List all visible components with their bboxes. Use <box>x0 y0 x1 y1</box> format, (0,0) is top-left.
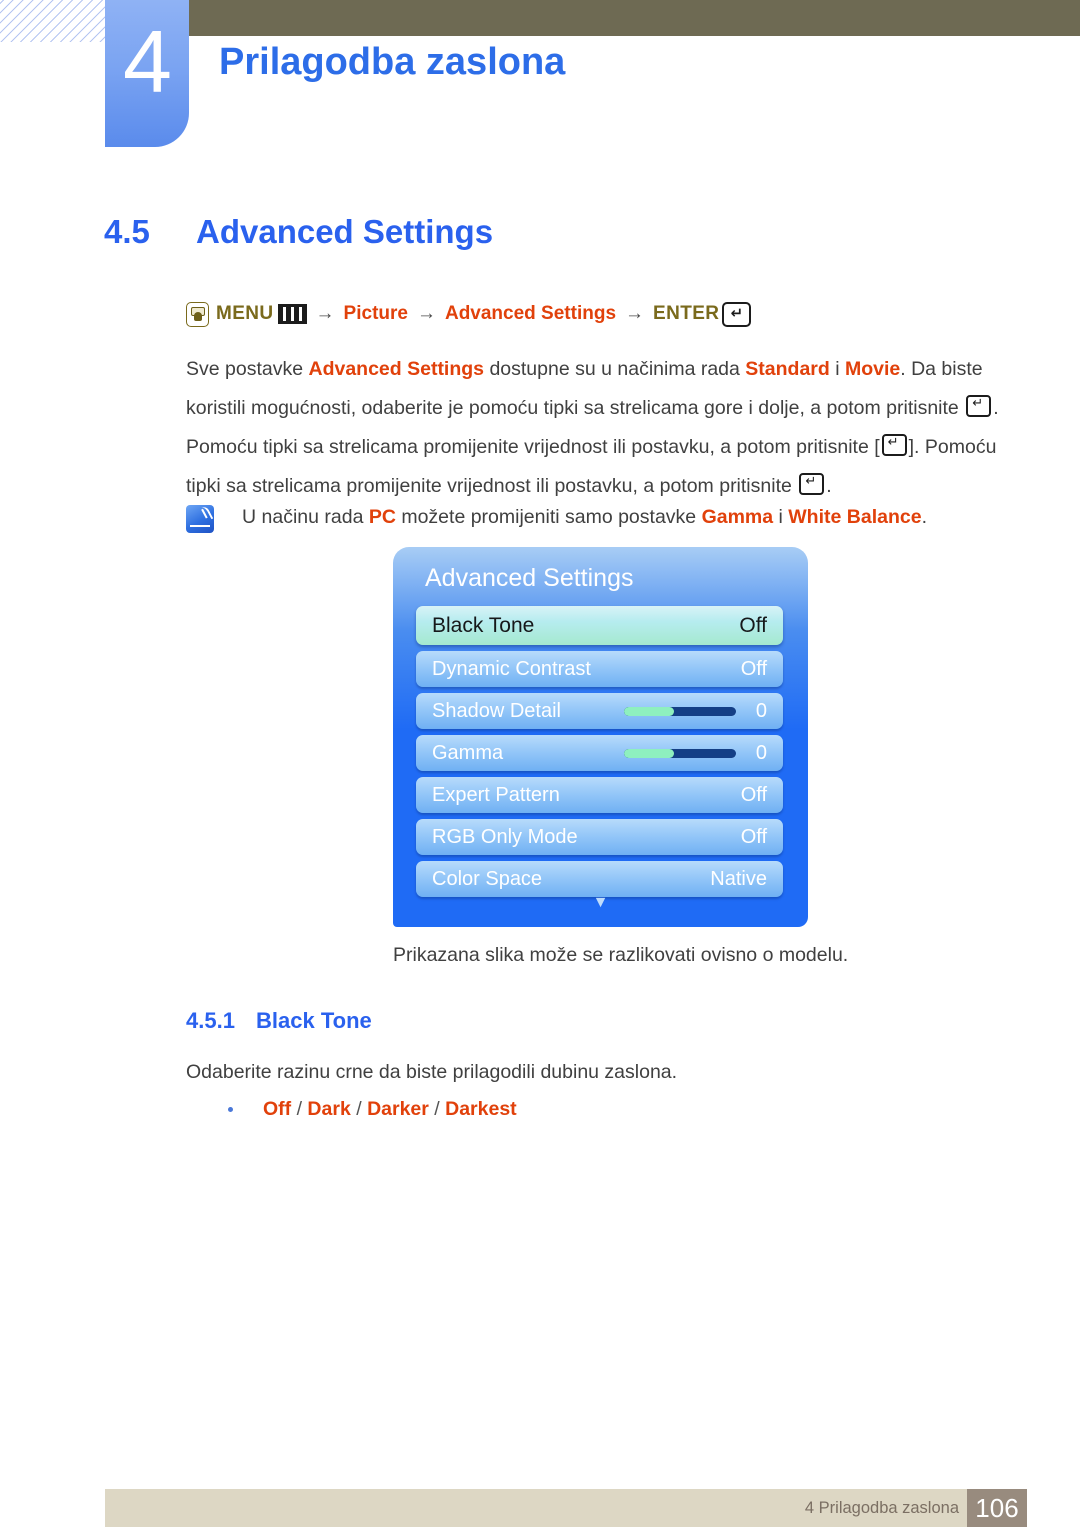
para-text-a: Sve postavke <box>186 358 309 380</box>
osd-row-label: Expert Pattern <box>432 783 560 806</box>
para-text-g: . <box>826 475 832 497</box>
footer-page-number: 106 <box>967 1489 1027 1527</box>
note-hl-gamma: Gamma <box>701 506 774 528</box>
osd-row-value: Off <box>740 825 767 848</box>
osd-row-slider[interactable] <box>623 748 736 758</box>
option-sep-1: / <box>291 1098 308 1120</box>
enter-return-icon-inline-2: ↵ <box>881 434 907 456</box>
osd-row-value: 0 <box>755 699 767 722</box>
osd-row-label: Gamma <box>432 741 504 764</box>
option-darkest: Darkest <box>445 1098 517 1120</box>
subsection-title: Black Tone <box>256 1008 372 1033</box>
para-hl-movie: Movie <box>844 358 901 380</box>
enter-label: ENTER <box>653 303 720 324</box>
note-hl-pc: PC <box>368 506 396 528</box>
figure-caption: Prikazana slika može se razlikovati ovis… <box>393 944 849 966</box>
note-callout: U načinu rada PC možete promijeniti samo… <box>186 503 1016 533</box>
option-darker: Darker <box>367 1098 429 1120</box>
osd-row-label: Black Tone <box>432 613 535 637</box>
path-item-picture: Picture <box>343 303 408 324</box>
enter-return-icon: ↵ <box>722 301 752 327</box>
subsection-heading: 4.5.1 Black Tone <box>186 1006 372 1036</box>
note-text: U načinu rada PC možete promijeniti samo… <box>242 503 927 531</box>
section-title: Advanced Settings <box>196 213 494 250</box>
subsection-number: 4.5.1 <box>186 1008 235 1033</box>
body-paragraph: Sve postavke Advanced Settings dostupne … <box>186 350 1012 506</box>
para-hl-advanced-settings: Advanced Settings <box>308 358 485 380</box>
osd-menu-panel: Advanced Settings Black Tone Off Dynamic C… <box>393 547 808 927</box>
note-quill-icon <box>186 505 214 533</box>
subsection-paragraph: Odaberite razinu crne da biste prilagodi… <box>186 1061 678 1083</box>
header-olive-bar <box>176 0 1080 36</box>
path-arrow-1: → <box>315 303 335 324</box>
osd-row-rgb-only-mode[interactable]: RGB Only Mode Off <box>416 819 783 855</box>
osd-row-slider[interactable] <box>623 706 736 716</box>
option-sep-3: / <box>428 1098 446 1120</box>
bullet-dot-icon <box>228 1106 233 1112</box>
osd-slider-fill <box>623 748 675 758</box>
page-header: 4 Prilagodba zaslona <box>0 0 1080 160</box>
option-dark: Dark <box>307 1098 351 1120</box>
note-text-d: . <box>921 506 927 528</box>
menu-label: MENU <box>216 303 274 324</box>
osd-row-color-space[interactable]: Color Space Native <box>416 861 783 897</box>
osd-row-label: Color Space <box>432 867 543 890</box>
para-hl-standard: Standard <box>745 358 830 380</box>
para-text-c: i <box>829 358 845 380</box>
chapter-title: Prilagodba zaslona <box>219 41 566 83</box>
path-arrow-2: → <box>416 303 436 324</box>
osd-row-dynamic-contrast[interactable]: Dynamic Contrast Off <box>416 651 783 687</box>
note-text-c: i <box>773 506 789 528</box>
note-hl-white-balance: White Balance <box>788 506 922 528</box>
hand-press-icon <box>186 301 209 327</box>
option-sep-2: / <box>350 1098 368 1120</box>
osd-row-gamma[interactable]: Gamma 0 <box>416 735 783 771</box>
section-number: 4.5 <box>104 213 150 250</box>
osd-row-value: Off <box>740 657 767 680</box>
osd-row-label: Dynamic Contrast <box>432 657 591 680</box>
path-arrow-3: → <box>625 303 645 324</box>
note-text-b: možete promijeniti samo postavke <box>395 506 702 528</box>
menu-bars-icon <box>277 304 307 324</box>
osd-row-label: Shadow Detail <box>432 699 561 722</box>
enter-return-icon-inline-1: ↵ <box>966 395 992 417</box>
osd-row-black-tone[interactable]: Black Tone Off <box>416 606 783 645</box>
enter-return-icon-inline-3: ↵ <box>799 473 825 495</box>
options-bullet-item: Off / Dark / Darker / Darkest <box>228 1095 517 1123</box>
page-footer: 4 Prilagodba zaslona 106 <box>105 1489 1027 1527</box>
menu-path-breadcrumb: MENU → Picture → Advanced Settings → ENT… <box>186 300 752 328</box>
osd-title: Advanced Settings <box>425 564 634 592</box>
osd-row-label: RGB Only Mode <box>432 825 578 848</box>
osd-row-list: Black Tone Off Dynamic Contrast Off Shadow D… <box>416 606 783 903</box>
osd-row-value: Off <box>739 613 767 637</box>
path-item-advanced-settings: Advanced Settings <box>444 303 617 324</box>
scroll-down-icon[interactable]: ▼ <box>393 895 808 911</box>
osd-row-expert-pattern[interactable]: Expert Pattern Off <box>416 777 783 813</box>
osd-row-value: Off <box>740 783 767 806</box>
section-heading: 4.5 Advanced Settings <box>104 212 493 252</box>
osd-row-value: 0 <box>755 741 767 764</box>
options-list: Off / Dark / Darker / Darkest <box>263 1095 517 1123</box>
osd-slider-fill <box>623 706 675 716</box>
note-text-a: U načinu rada <box>242 506 369 528</box>
osd-row-value: Native <box>710 867 767 890</box>
chapter-number: 4 <box>123 12 172 111</box>
osd-row-shadow-detail[interactable]: Shadow Detail 0 <box>416 693 783 729</box>
para-text-b: dostupne su u načinima rada <box>484 358 746 380</box>
option-off: Off <box>263 1098 292 1120</box>
chapter-badge: 4 <box>105 0 189 147</box>
footer-chapter-label: 4 Prilagodba zaslona <box>804 1499 959 1517</box>
